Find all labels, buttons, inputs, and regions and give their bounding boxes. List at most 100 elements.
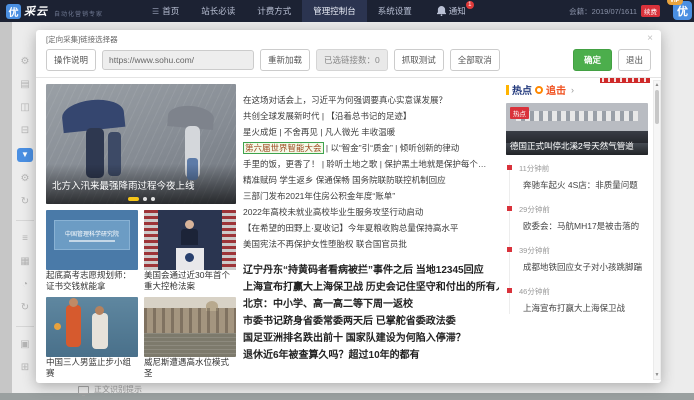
nav-item-label: 首页: [162, 5, 179, 17]
headline-link[interactable]: 精准赋码 学生返乡 保通保畅 国务院联防联控机制回应: [243, 172, 499, 188]
exit-button[interactable]: 退出: [618, 49, 651, 71]
bullet-icon: [507, 206, 512, 211]
headline-link[interactable]: 市委书记跻身省委常委两天后 已掌舵省委政法委: [243, 313, 499, 330]
collapse-icon[interactable]: ⊟: [17, 125, 33, 137]
headline-link[interactable]: 手里的饭，更香了！ | 聆听土地之歌 | 保护黑土地就是保护每个…: [243, 156, 499, 172]
chevron-right-icon[interactable]: ›: [571, 85, 574, 95]
headline-link[interactable]: 辽宁丹东“持黄码者看病被拦”事件之后 当地12345回应: [243, 262, 499, 279]
confirm-button[interactable]: 确定: [573, 49, 612, 71]
notify-badge: 1: [466, 1, 474, 9]
bullet-icon: [507, 247, 512, 252]
news-card[interactable]: 中国三人男篮止步小组赛: [46, 297, 138, 379]
vip-avatar[interactable]: 优 VIP: [673, 1, 692, 20]
cancel-all-button[interactable]: 全部取消: [450, 49, 500, 71]
carousel-dot[interactable]: [151, 197, 155, 201]
scroll-thumb[interactable]: [655, 90, 659, 124]
close-icon[interactable]: ×: [647, 33, 653, 44]
news-card[interactable]: 美国会通过近30年首个重大控枪法案: [144, 210, 236, 292]
hot-item[interactable]: 11分钟前 奔驰车起火 4S店：非质量问题: [519, 163, 648, 191]
headline-rest[interactable]: | 以“智金”引“质金” | 倾听创新的律动: [324, 143, 460, 153]
carousel[interactable]: 北方入汛来最强降雨过程今夜上线: [46, 84, 236, 204]
hot-item[interactable]: 46分钟前 上海宣布打赢大上海保卫战: [519, 286, 648, 314]
hot-item-title[interactable]: 奔驰车起火 4S店：非质量问题: [523, 179, 648, 191]
headline-link[interactable]: 2022年高校未就业高校毕业生服务攻坚行动启动: [243, 204, 499, 220]
news-card-caption[interactable]: 中国三人男篮止步小组赛: [46, 357, 138, 379]
modal-title: [定向采集]链接选择器: [46, 35, 118, 44]
headline-link[interactable]: 三部门发布2021年住房公积金年度“账单”: [243, 188, 499, 204]
reload-button[interactable]: 重新加载: [260, 49, 310, 71]
carousel-dot[interactable]: [143, 197, 147, 201]
url-input[interactable]: [102, 50, 254, 70]
menu-icon: ☰: [152, 7, 159, 16]
headline-link[interactable]: 共创全球发展新时代 | 【沿着总书记的足迹】: [243, 108, 499, 124]
nav-item-settings[interactable]: 系统设置: [367, 0, 423, 22]
notifications-button[interactable]: 通知 1: [437, 5, 472, 17]
nav-item-guide[interactable]: 站长必读: [190, 0, 246, 22]
plaque-text: 中国管理科学研究院: [65, 229, 119, 238]
grid-icon[interactable]: ▦: [17, 256, 33, 268]
box-icon[interactable]: ▣: [17, 339, 33, 351]
headline-link-highlighted[interactable]: 第六届世界智能大会 | 以“智金”引“质金” | 倾听创新的律动: [243, 140, 499, 156]
preview-scrollbar[interactable]: ▲ ▼: [653, 80, 661, 380]
scroll-down-icon[interactable]: ▼: [654, 372, 660, 378]
news-card[interactable]: 威尼斯遭遇高水位模式 圣: [144, 297, 236, 379]
membership-text: 会籍：2019/07/1611: [569, 6, 637, 17]
hot-item[interactable]: 29分钟前 欧委会：马航MH17是被击落的: [519, 204, 648, 232]
news-card-grid: 中国管理科学研究院 起底高考志愿规划师：证书交钱就能拿: [46, 210, 236, 379]
membership-tag[interactable]: 续费: [641, 5, 660, 17]
gear2-icon[interactable]: ⚙: [17, 173, 33, 185]
window-icon[interactable]: ⊞: [17, 362, 33, 374]
headline-link[interactable]: 北京：中小学、高一高二等下周一返校: [243, 296, 499, 313]
plaque-panel: 中国管理科学研究院: [54, 220, 130, 250]
app-topbar: 优 采云 自动化营销专家 ☰ 首页 站长必读 计费方式 管理控制台 系统设置 通…: [0, 0, 694, 22]
carousel-dot-active[interactable]: [128, 197, 139, 201]
speaker-shape: [181, 229, 198, 245]
speech-image[interactable]: [144, 210, 236, 270]
hot-item-title[interactable]: 上海宣布打赢大上海保卫战: [523, 302, 648, 314]
hot-header[interactable]: 热点 追击 ›: [506, 82, 648, 97]
basketball-image[interactable]: [46, 297, 138, 357]
app-logo[interactable]: 优 采云 自动化营销专家: [0, 3, 103, 19]
headline-link[interactable]: 【在希望的田野上·夏收记】今年夏粮收购总量保持高水平: [243, 220, 499, 236]
news-card[interactable]: 中国管理科学研究院 起底高考志愿规划师：证书交钱就能拿: [46, 210, 138, 292]
news-card-caption[interactable]: 美国会通过近30年首个重大控枪法案: [144, 270, 236, 292]
gear-icon[interactable]: ⚙: [17, 56, 33, 68]
top-nav: ☰ 首页 站长必读 计费方式 管理控制台 系统设置: [141, 0, 423, 22]
list-icon[interactable]: ▤: [17, 79, 33, 91]
reload-icon[interactable]: ↻: [17, 302, 33, 314]
hot-item[interactable]: 39分钟前 成都地铁回应女子对小孩跳脚踹: [519, 245, 648, 273]
clock-icon[interactable]: ◔: [17, 279, 33, 291]
refresh-icon[interactable]: ↻: [17, 196, 33, 208]
hot-item-title[interactable]: 欧委会：马航MH17是被击落的: [523, 220, 648, 232]
scroll-up-icon[interactable]: ▲: [654, 82, 660, 88]
speaker-shape: [185, 220, 194, 229]
headline-link[interactable]: 国足亚洲排名跌出前十 国家队建设为何陷入停滞？: [243, 330, 499, 347]
plaque-subline: [69, 240, 115, 242]
selected-link-highlight[interactable]: 第六届世界智能大会: [243, 142, 324, 154]
hot-feature-card[interactable]: 热点 德国正式叫停北溪2号天然气管道: [506, 103, 648, 155]
panel-icon[interactable]: ◫: [17, 102, 33, 114]
hot-title-left: 热点: [512, 82, 532, 97]
nav-item-console[interactable]: 管理控制台: [302, 0, 367, 22]
headline-link[interactable]: 上海宣布打赢大上海保卫战 历史会记住坚守和付出的所有人: [243, 279, 499, 296]
hot-item-time: 29分钟前: [519, 204, 648, 215]
nav-item-home[interactable]: ☰ 首页: [141, 0, 190, 22]
venice-image[interactable]: [144, 297, 236, 357]
hot-item-title[interactable]: 成都地铁回应女子对小孩跳脚踹: [523, 261, 648, 273]
plaque-image[interactable]: 中国管理科学研究院: [46, 210, 138, 270]
test-button[interactable]: 抓取测试: [394, 49, 444, 71]
headline-link[interactable]: 在这场对话会上，习近平为何强调要真心实意谋发展？: [243, 92, 499, 108]
hot-feature-caption[interactable]: 德国正式叫停北溪2号天然气管道: [506, 130, 648, 155]
player-shape: [66, 305, 81, 347]
menu-lines-icon[interactable]: ≡: [17, 233, 33, 245]
web-preview: 北方入汛来最强降雨过程今夜上线 中国管理科学研究院 起底高考志愿规划师：证书交: [36, 78, 661, 383]
nav-item-pricing[interactable]: 计费方式: [246, 0, 302, 22]
link-selector-icon[interactable]: ▼: [17, 148, 33, 162]
headline-link[interactable]: 退休近6年被查算久吗？超过10年的都有: [243, 347, 499, 364]
headline-link[interactable]: 星火成炬 | 不舍再见 | 凡人微光 丰收温暖: [243, 124, 499, 140]
logo-tagline: 自动化营销专家: [54, 9, 103, 18]
help-button[interactable]: 操作说明: [46, 49, 96, 71]
news-card-caption[interactable]: 威尼斯遭遇高水位模式 圣: [144, 357, 236, 379]
news-card-caption[interactable]: 起底高考志愿规划师：证书交钱就能拿: [46, 270, 138, 292]
headline-link[interactable]: 美国宪法不再保护女性堕胎权 联合国官员批: [243, 236, 499, 252]
